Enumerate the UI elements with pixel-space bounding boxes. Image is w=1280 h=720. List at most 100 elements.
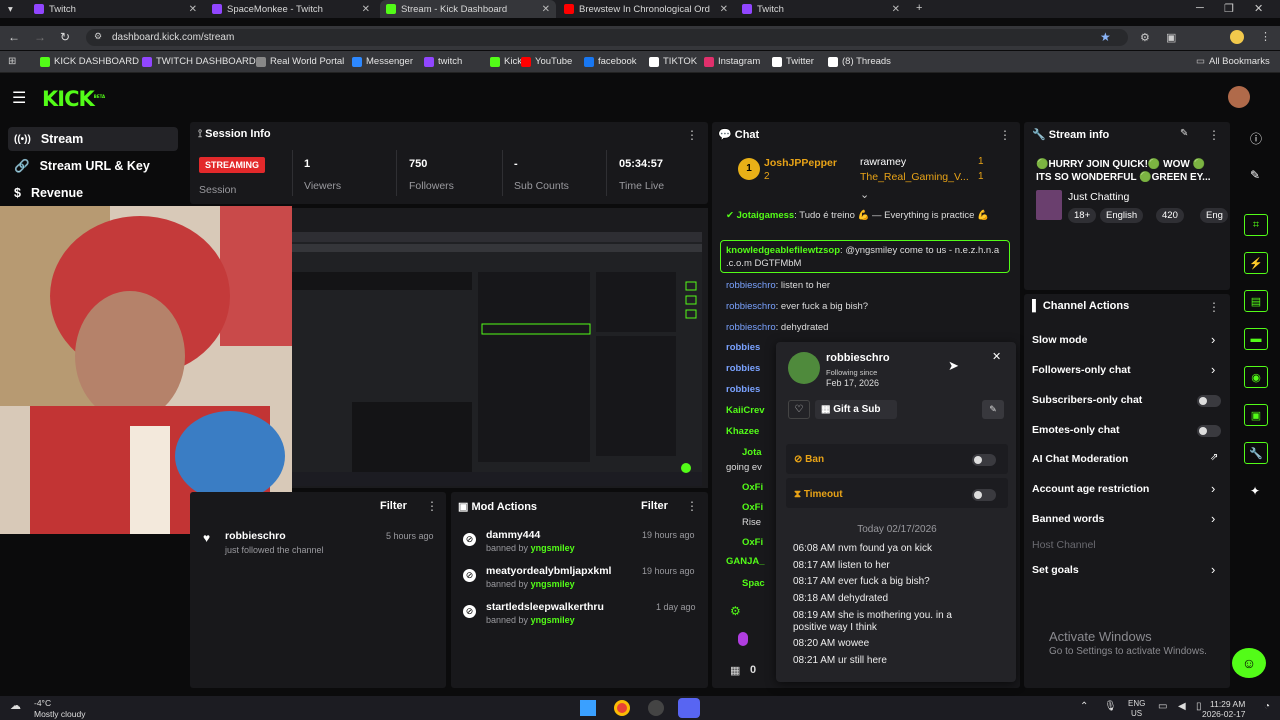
banned-user[interactable]: startledsleepwalkerthru bbox=[486, 601, 604, 613]
moderator-name[interactable]: yngsmiley bbox=[531, 615, 575, 625]
bookmark-link[interactable]: TWITCH DASHBOARD bbox=[142, 56, 256, 67]
close-icon[interactable]: ✕ bbox=[892, 4, 900, 15]
tag-chip[interactable]: English bbox=[1100, 208, 1144, 223]
kick-logo[interactable]: KICKBETA bbox=[42, 87, 105, 111]
chat-user[interactable]: Jota bbox=[742, 447, 762, 458]
clock-date[interactable]: 2026-02-17 bbox=[1202, 709, 1245, 719]
info-icon[interactable]: ⓘ bbox=[1250, 130, 1262, 147]
bookmark-link[interactable]: KICK DASHBOARD bbox=[40, 56, 139, 67]
chat-user[interactable]: OxFi bbox=[742, 482, 763, 493]
reload-icon[interactable]: ↻ bbox=[60, 30, 70, 44]
bookmark-link[interactable]: Messenger bbox=[352, 56, 413, 67]
collapse-icon[interactable]: ⌄ bbox=[860, 188, 869, 201]
tag-chip[interactable]: Eng bbox=[1200, 208, 1228, 223]
chat-menu-icon[interactable]: ⋮ bbox=[999, 128, 1011, 142]
emote-icon[interactable]: ⚙ bbox=[730, 604, 741, 618]
back-icon[interactable]: ← bbox=[8, 30, 20, 44]
mod-filter-button[interactable]: Filter bbox=[641, 500, 668, 512]
moderator-name[interactable]: yngsmiley bbox=[531, 579, 575, 589]
store-icon[interactable]: ▦ bbox=[730, 664, 740, 677]
gift-sub-button[interactable]: ▦ Gift a Sub bbox=[815, 400, 897, 419]
microphone-icon[interactable] bbox=[738, 632, 748, 646]
activity-user[interactable]: robbieschro bbox=[225, 530, 286, 542]
toggle-switch[interactable] bbox=[1197, 425, 1221, 437]
toggle-switch[interactable] bbox=[1197, 395, 1221, 407]
chat-user[interactable]: GANJA_ bbox=[726, 556, 765, 567]
puzzle-piece-icon[interactable]: ✦ bbox=[1250, 484, 1260, 498]
lang-top[interactable]: ENG bbox=[1128, 699, 1145, 708]
nav-item-stream[interactable]: ((•)) Stream bbox=[8, 127, 178, 151]
app-icon[interactable] bbox=[648, 700, 664, 716]
puzzle-icon[interactable]: ▣ bbox=[1166, 31, 1176, 44]
moderator-name[interactable]: yngsmiley bbox=[531, 543, 575, 553]
channel-actions-menu-icon[interactable]: ⋮ bbox=[1208, 300, 1220, 314]
tab-3[interactable]: Stream - Kick Dashboard ✕ bbox=[380, 0, 556, 18]
forward-icon[interactable]: → bbox=[34, 30, 46, 44]
battery-icon[interactable]: ▯ bbox=[1196, 701, 1202, 712]
close-icon[interactable]: ✕ bbox=[992, 350, 1001, 363]
chat-user[interactable]: Khazee bbox=[726, 426, 759, 437]
volume-icon[interactable]: ◀ bbox=[1178, 701, 1186, 712]
lightning-icon[interactable]: ⚡ bbox=[1244, 252, 1268, 274]
tab-4[interactable]: Brewstew In Chronological Ord ✕ bbox=[558, 0, 734, 18]
activity-filter-button[interactable]: Filter bbox=[380, 500, 407, 512]
follow-heart-button[interactable]: ♡ bbox=[788, 400, 810, 419]
close-icon[interactable]: ✕ bbox=[189, 4, 197, 15]
lang-bottom[interactable]: US bbox=[1131, 709, 1142, 718]
bookmark-link[interactable]: Twitter bbox=[772, 56, 814, 67]
start-windows-icon[interactable] bbox=[580, 700, 596, 716]
chat-user[interactable]: robbieschro bbox=[726, 322, 776, 333]
chat-user[interactable]: robbieschro bbox=[726, 301, 776, 312]
channel-action-label[interactable]: Emotes-only chat bbox=[1032, 424, 1120, 436]
channel-action-label[interactable]: AI Chat Moderation bbox=[1032, 453, 1128, 465]
tab-2[interactable]: SpaceMonkee - Twitch ✕ bbox=[206, 0, 376, 18]
bookmark-link[interactable]: (8) Threads bbox=[828, 56, 891, 67]
top-user-name[interactable]: The_Real_Gaming_V... bbox=[860, 171, 969, 183]
chevron-right-icon[interactable]: › bbox=[1211, 332, 1215, 347]
channel-action-label[interactable]: Account age restriction bbox=[1032, 483, 1149, 495]
apps-icon[interactable]: ⊞ bbox=[8, 56, 16, 67]
nav-item-revenue[interactable]: $ Revenue bbox=[8, 181, 178, 205]
new-tab-icon[interactable]: + bbox=[916, 2, 922, 14]
channel-action-label[interactable]: Followers-only chat bbox=[1032, 364, 1131, 376]
top-user-name[interactable]: rawramey bbox=[860, 156, 906, 168]
bookmark-link[interactable]: Real World Portal bbox=[256, 56, 344, 67]
hamburger-menu-icon[interactable]: ☰ bbox=[12, 88, 26, 108]
tab-5[interactable]: Twitch ✕ bbox=[736, 0, 906, 18]
tab-1[interactable]: Twitch ✕ bbox=[28, 0, 203, 18]
tray-chevron-icon[interactable]: ⌃ bbox=[1080, 701, 1088, 712]
bookmark-link[interactable]: Instagram bbox=[704, 56, 760, 67]
chrome-icon[interactable] bbox=[614, 700, 630, 716]
ban-toggle[interactable] bbox=[972, 454, 996, 466]
chat-bubble-icon[interactable]: ▬ bbox=[1244, 328, 1268, 350]
pencil-icon[interactable]: ✎ bbox=[1250, 168, 1260, 182]
maximize-icon[interactable]: ❐ bbox=[1224, 2, 1234, 15]
nav-item-stream-url-key[interactable]: 🔗 Stream URL & Key bbox=[8, 154, 178, 178]
bookmark-link[interactable]: TIKTOK bbox=[649, 56, 697, 67]
external-link-icon[interactable]: ⇗ bbox=[1210, 452, 1218, 463]
chat-user[interactable]: robbies bbox=[726, 384, 760, 395]
layout-icon[interactable]: ▣ bbox=[1244, 404, 1268, 426]
bookmark-link[interactable]: YouTube bbox=[521, 56, 572, 67]
channel-action-label[interactable]: Banned words bbox=[1032, 513, 1104, 525]
activity-menu-icon[interactable]: ⋮ bbox=[426, 499, 438, 513]
channel-action-label[interactable]: Slow mode bbox=[1032, 334, 1087, 346]
chevron-right-icon[interactable]: › bbox=[1211, 562, 1215, 577]
edit-icon[interactable]: ✎ bbox=[1180, 128, 1188, 139]
channel-action-label[interactable]: Set goals bbox=[1032, 564, 1079, 576]
profile-avatar-icon[interactable] bbox=[1230, 30, 1244, 44]
weather-icon[interactable]: ☁ bbox=[10, 699, 21, 712]
clip-icon[interactable]: ⌗ bbox=[1244, 214, 1268, 236]
channel-action-label[interactable]: Subscribers-only chat bbox=[1032, 394, 1142, 406]
close-icon[interactable]: ✕ bbox=[362, 4, 370, 15]
clock-time[interactable]: 11:29 AM bbox=[1210, 699, 1245, 709]
mod-menu-icon[interactable]: ⋮ bbox=[686, 499, 698, 513]
chevron-right-icon[interactable]: › bbox=[1211, 481, 1215, 496]
bookmark-link[interactable]: twitch bbox=[424, 56, 462, 67]
banned-user[interactable]: dammy444 bbox=[486, 529, 540, 541]
minimize-icon[interactable]: ─ bbox=[1196, 2, 1204, 14]
session-menu-icon[interactable]: ⋮ bbox=[686, 128, 698, 142]
close-window-icon[interactable]: ✕ bbox=[1254, 2, 1263, 15]
discord-icon[interactable] bbox=[678, 698, 700, 718]
tag-chip[interactable]: 420 bbox=[1156, 208, 1184, 223]
